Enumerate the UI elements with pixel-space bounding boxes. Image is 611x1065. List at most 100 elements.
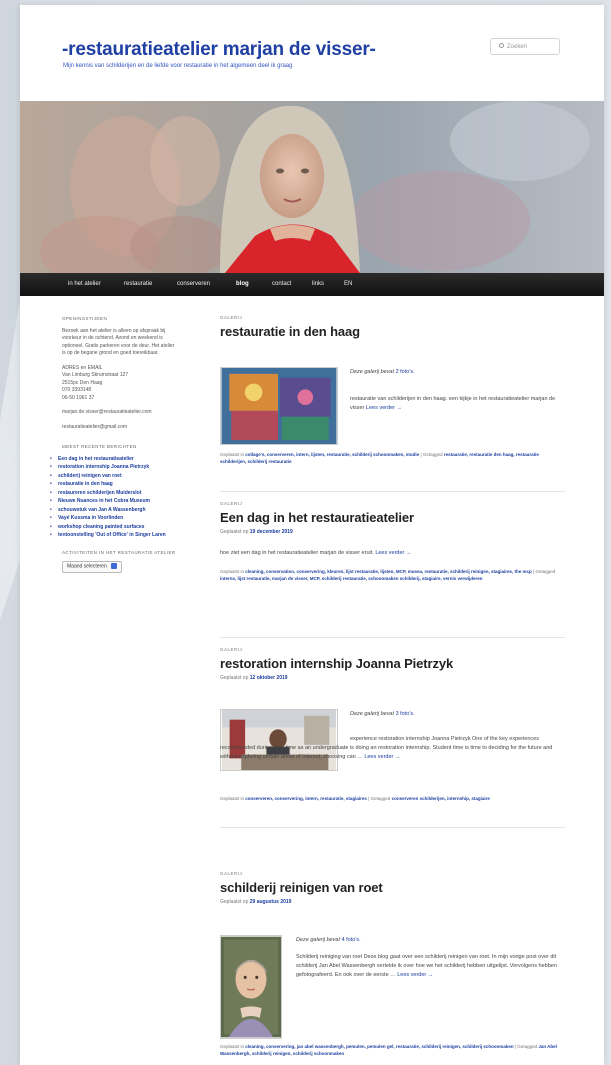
meta-prefix: Geplaatst in (220, 1044, 245, 1049)
nav-item-conserveren[interactable]: conserveren (177, 281, 210, 287)
date-link[interactable]: 19 december 2019 (250, 529, 293, 535)
read-more-link[interactable]: Lees verder → (397, 972, 433, 978)
search-icon (499, 43, 504, 48)
search-placeholder: Zoeken (507, 44, 528, 50)
post-date: Geplaatst op 12 oktober 2019 (220, 675, 565, 681)
category-links[interactable]: cleaning, conservering, jan abel wassenb… (245, 1044, 513, 1049)
post-excerpt: hoe ziet een dag in het restauratieateli… (220, 549, 565, 558)
date-prefix: Geplaatst op (220, 529, 249, 535)
recent-post-link[interactable]: schouwstuk van Jan A Wassenbergh (50, 507, 177, 515)
gallery-photo-count-link[interactable]: 4 foto's. (342, 937, 361, 943)
post-title[interactable]: schilderij reinigen van roet (220, 880, 565, 895)
date-link[interactable]: 12 oktober 2019 (250, 675, 288, 681)
gallery-intro: Deze galerij bevat 2 foto's. (350, 369, 415, 375)
gallery-intro-text: Deze galerij bevat (350, 711, 395, 717)
address-line: Van Limburg Stirumstraat 127 (62, 372, 129, 378)
month-select-label: Maand selecteren (67, 563, 107, 570)
page: -restauratieatelier marjan de visser- Mi… (20, 5, 604, 1065)
recent-post-link[interactable]: schilderij reinigen van roet (50, 473, 177, 481)
chevron-down-icon (110, 563, 117, 569)
post-title[interactable]: Een dag in het restauratieatelier (220, 510, 565, 525)
widget-title-hours: OPENINGSTIJDEN (62, 316, 108, 321)
nav-item-contact[interactable]: contact (272, 281, 291, 287)
main-navigation: in het atelier restauratie conserveren b… (20, 273, 604, 296)
site-title[interactable]: -restauratieatelier marjan de visser- (62, 39, 376, 61)
email-address: marjan.de.visser@restauratieatelier.com (62, 409, 152, 415)
address-block: ADRES en EMAIL Van Limburg Stirumstraat … (62, 365, 177, 403)
post-meta: Geplaatst in cleaning, conservering, jan… (220, 1043, 565, 1057)
recent-post-link[interactable]: restaureren schilderijen Muiderslot (50, 490, 177, 498)
post-date: Geplaatst op 29 augustus 2019 (220, 899, 565, 905)
nav-item-in-het-atelier[interactable]: in het atelier (68, 281, 101, 287)
read-more-link[interactable]: Lees verder → (366, 405, 402, 411)
post-format-label: GALERIJ (220, 501, 243, 506)
date-prefix: Geplaatst op (220, 675, 249, 681)
read-more-link[interactable]: Lees verder → (364, 754, 400, 760)
category-links[interactable]: cleaning, conservation, conservering, kl… (245, 569, 532, 574)
meta-tag-prefix: | Getagged (420, 452, 443, 457)
post-thumbnail-image[interactable] (220, 935, 282, 1039)
address-line: 2515pc Den Haag (62, 379, 103, 386)
meta-tag-prefix: | Getagged (533, 569, 556, 574)
post-thumbnail-image[interactable] (220, 367, 338, 445)
gallery-photo-count-link[interactable]: 3 foto's. (396, 711, 415, 717)
post-title[interactable]: restauratie in den haag (220, 324, 565, 339)
post-format-label: GALERIJ (220, 871, 243, 876)
category-links[interactable]: collage's, conserveren, intern, lijsten,… (245, 452, 419, 457)
recent-post-link[interactable]: workshop cleaning painted surfaces (50, 524, 177, 532)
post-date: Geplaatst op 19 december 2019 (220, 529, 565, 535)
site-header: -restauratieatelier marjan de visser- Mi… (20, 5, 604, 101)
opening-hours-text: Bezoek aan het atelier is alleen op afsp… (62, 327, 175, 357)
tag-links[interactable]: interns, lijst restauratie, marjan de vi… (220, 576, 483, 581)
gallery-photo-count-link[interactable]: 2 foto's. (396, 369, 415, 375)
post-item: GALERIJ restauratie in den haag Deze gal… (220, 315, 565, 464)
nav-item-blog[interactable]: blog (236, 281, 249, 287)
widget-title-recent: MEEST RECENTE BERICHTEN (62, 444, 137, 449)
post-excerpt: Schilderij reiniging van roet Deze blog … (296, 953, 564, 980)
post-item: GALERIJ Een dag in het restauratieatelie… (220, 501, 565, 582)
recent-post-link[interactable]: restauratie in den haag (50, 481, 177, 489)
tag-links[interactable]: conserveren schilderijen, internship, st… (392, 796, 490, 801)
recent-post-link[interactable]: restoration internship Joanna Pietrzyk (50, 464, 177, 472)
post-divider (220, 827, 565, 828)
gallery-intro-text: Deze galerij bevat (350, 369, 395, 375)
nav-item-restauratie[interactable]: restauratie (124, 281, 152, 287)
site-description: Mijn kennis van schilderijen en de liefd… (63, 63, 293, 69)
post-meta: Geplaatst in cleaning, conservation, con… (220, 568, 565, 582)
header-banner-image (20, 101, 604, 273)
gallery-intro-text: Deze galerij bevat (296, 937, 341, 943)
post-meta: Geplaatst in conserveren, conservering, … (220, 795, 565, 802)
meta-prefix: Geplaatst in (220, 796, 245, 801)
nav-item-links[interactable]: links (312, 281, 324, 287)
address-line: 06-50 1961 37 (62, 394, 95, 401)
post-divider (220, 491, 565, 492)
address-line: ADRES en EMAIL (62, 364, 103, 371)
post-excerpt: experience restoration internship Joanna… (220, 735, 565, 762)
date-link[interactable]: 29 augustus 2019 (250, 899, 292, 905)
post-excerpt: restauratie van schilderijen in den haag… (350, 395, 565, 413)
meta-tag-prefix: | Getagged (368, 796, 391, 801)
sidebar: OPENINGSTIJDEN Bezoek aan het atelier is… (50, 315, 177, 573)
recent-post-link[interactable]: Vayé Kussma in Voorlinden (50, 515, 177, 523)
meta-prefix: Geplaatst in (220, 452, 245, 457)
post-divider (220, 637, 565, 638)
post-title[interactable]: restoration internship Joanna Pietrzyk (220, 656, 565, 671)
recent-post-link[interactable]: tentoonstelling 'Out of Office' in Singe… (50, 532, 177, 540)
widget-title-activity: ACTIVITEITEN IN HET RESTAURATIE ATELIER (62, 549, 176, 555)
gallery-intro: Deze galerij bevat 4 foto's. (296, 937, 361, 943)
nav-item-en[interactable]: EN (344, 281, 352, 287)
address-line: 070 3393148 (62, 387, 92, 393)
meta-prefix: Geplaatst in (220, 569, 245, 574)
date-prefix: Geplaatst op (220, 899, 249, 905)
category-links[interactable]: conserveren, conservering, intern, resta… (245, 796, 367, 801)
read-more-link[interactable]: Lees verder → (375, 550, 411, 556)
search-input[interactable]: Zoeken (490, 38, 560, 55)
post-item: GALERIJ schilderij reinigen van roet Gep… (220, 871, 565, 1056)
email-address: restauratieatelier@gmail.com (62, 423, 128, 430)
month-select-dropdown[interactable]: Maand selecteren (62, 561, 122, 573)
post-excerpt-text: hoe ziet een dag in het restauratieateli… (220, 550, 374, 556)
recent-post-link[interactable]: Nieuwe Nuances in het Cobra Museum (50, 498, 177, 506)
recent-post-link[interactable]: Een dag in het restauratieatelier (50, 456, 177, 464)
post-meta: Geplaatst in collage's, conserveren, int… (220, 451, 565, 465)
meta-tag-prefix: | Getagged (514, 1044, 538, 1049)
